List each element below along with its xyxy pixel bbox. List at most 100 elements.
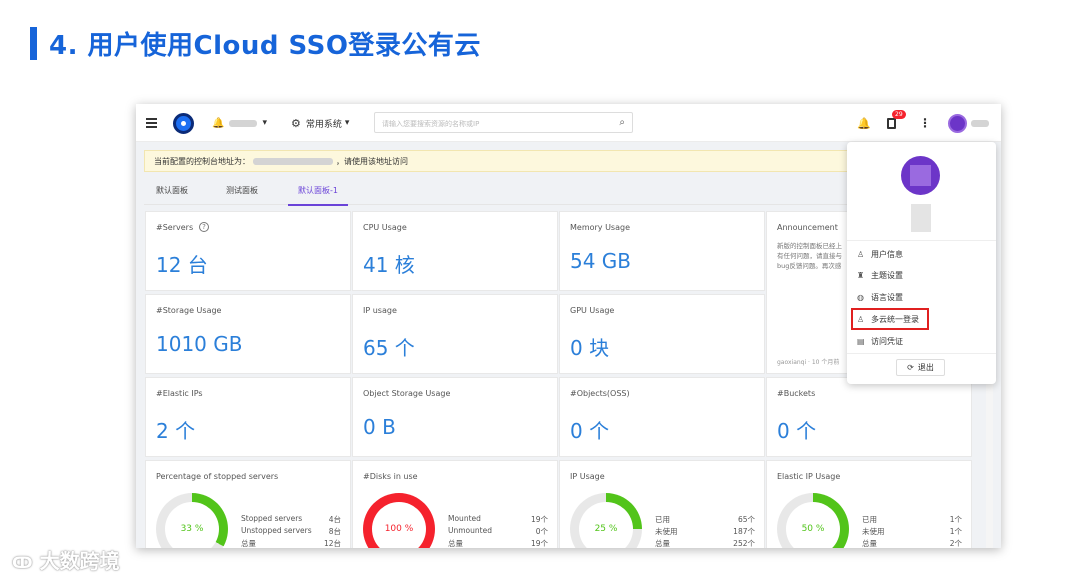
chevron-down-icon: ▾ [262,118,267,128]
card-value: 12 台 [156,253,208,277]
card-label: Elastic IP Usage [777,472,841,481]
gear-icon: ⚙ [291,116,301,130]
more-vertical-icon[interactable]: ⋮ [919,104,931,142]
gpu-usage-card[interactable]: GPU Usage 0 块 [559,294,765,374]
user-avatar-large [901,156,940,195]
region-selector[interactable]: 🔔 ▾ [212,104,267,142]
menu-toggle-icon[interactable] [146,104,158,142]
tab-default-panel[interactable]: 默认面板 [156,185,188,196]
ip-usage-chart-card[interactable]: IP Usage 25 % 已用 65个 未使用 187个 总量 252个 [559,460,765,548]
watermark: ↀ 大数跨境 [12,545,120,574]
card-label: #Servers [156,223,194,232]
storage-usage-card[interactable]: #Storage Usage 1010 GB [145,294,351,374]
chart-legend: 已用 1个 未使用 1个 总量 2个 [862,515,962,548]
notification-bell-icon[interactable]: 🔔 [857,104,871,142]
card-label: #Buckets [777,389,816,398]
screenshot-frame: 🔔 ▾ ⚙ 常用系统 ▾ 请输入您要搜索资源的名称或IP ⌕ 🔔 29 ⋮ 当前配置的控… [136,104,1001,548]
document-icon: ▤ [857,336,865,346]
chevron-down-icon: ▾ [344,118,350,128]
card-label: GPU Usage [570,306,615,315]
elastic-ips-card[interactable]: #Elastic IPs 2 个 [145,377,351,457]
donut-percent: 100 % [372,502,426,548]
user-icon: ♙ [857,249,865,259]
blurred-address [253,157,333,165]
card-value: 54 GB [570,249,632,273]
card-value: 0 个 [570,419,610,443]
donut-chart: 25 % [570,493,642,548]
menu-item-label: 访问凭证 [871,336,903,346]
objects-oss-card[interactable]: #Objects(OSS) 0 个 [559,377,765,457]
menu-item-access-credentials[interactable]: ▤ 访问凭证 [847,330,996,352]
object-storage-card[interactable]: Object Storage Usage 0 B [352,377,558,457]
title-accent-bar [30,26,37,60]
messages-icon[interactable]: 29 [887,104,906,142]
card-label: Percentage of stopped servers [156,472,279,481]
search-placeholder: 请输入您要搜索资源的名称或IP [382,120,480,128]
search-input[interactable]: 请输入您要搜索资源的名称或IP ⌕ [374,112,633,133]
donut-chart: 50 % [777,493,849,548]
buckets-card[interactable]: #Buckets 0 个 [766,377,972,457]
card-value: 65 个 [363,336,415,360]
blurred-username [911,204,931,232]
donut-percent: 25 % [579,502,633,548]
card-label: #Objects(OSS) [570,389,630,398]
chart-legend: Stopped servers 4台 Unstopped servers 8台 总量 12… [241,514,341,548]
logout-icon: ⟳ [907,363,914,372]
elastic-ip-chart-card[interactable]: Elastic IP Usage 50 % 已用 1个 未使用 1个 总量 2个 [766,460,972,548]
card-value: 0 B [363,415,396,439]
card-value: 41 核 [363,253,415,277]
watermark-text: 大数跨境 [39,549,120,573]
stopped-servers-chart-card[interactable]: Percentage of stopped servers 33 % Stoppe… [145,460,351,548]
message-badge: 29 [892,110,906,119]
notice-suffix: ，请使用该地址访问 [336,156,408,166]
watermark-logo-icon: ↀ [12,553,33,572]
slide-title-text: 4. 用户使用Cloud SSO登录公有云 [49,30,481,61]
tab-test-panel[interactable]: 测试面板 [226,185,258,196]
menu-item-theme-settings[interactable]: ♜ 主题设置 [847,264,996,286]
dashboard-tabs: 默认面板 测试面板 默认面板-1 [144,177,854,206]
user-dropdown-menu: ♙ 用户信息 ♜ 主题设置 ◍ 语言设置 ♙ 多云统一登录 ▤ 访问凭证 ⟳ 退出 [847,142,996,384]
card-label: Memory Usage [570,223,631,232]
cpu-usage-card[interactable]: CPU Usage 41 核 [352,211,558,291]
console-address-notice: 当前配置的控制台地址为： ，请使用该地址访问 [144,150,852,172]
announcement-line: 有任何问题，请直接与 [777,252,842,260]
logo-icon[interactable] [173,113,194,134]
bell-region-icon: 🔔 [212,117,225,129]
card-label: IP usage [363,306,397,315]
help-icon[interactable]: ? [199,222,209,232]
user-avatar-button[interactable] [948,104,989,142]
logout-button[interactable]: ⟳ 退出 [896,359,945,376]
avatar [948,113,967,133]
ip-usage-card[interactable]: IP usage 65 个 [352,294,558,374]
system-nav-label: 常用系统 [305,119,342,130]
search-icon[interactable]: ⌕ [619,117,625,128]
servers-card[interactable]: #Servers? 12 台 [145,211,351,291]
announcement-title: Announcement [777,223,838,232]
menu-item-label: 语言设置 [871,292,903,302]
logout-label: 退出 [917,363,934,372]
announcement-line: 新版的控制面板已经上 [777,242,842,250]
card-value: 2 个 [156,419,196,443]
donut-percent: 50 % [786,502,840,548]
card-value: 0 个 [777,419,817,443]
highlight-box [851,308,929,330]
menu-item-label: 用户信息 [871,249,903,259]
notice-prefix: 当前配置的控制台地址为： [154,156,250,166]
donut-chart: 33 % [156,493,228,548]
memory-usage-card[interactable]: Memory Usage 54 GB [559,211,765,291]
menu-item-language-settings[interactable]: ◍ 语言设置 [847,286,996,308]
card-value: 1010 GB [156,332,243,356]
card-label: #Disks in use [363,472,418,481]
top-navbar: 🔔 ▾ ⚙ 常用系统 ▾ 请输入您要搜索资源的名称或IP ⌕ 🔔 29 ⋮ [136,104,1001,142]
card-value: 0 块 [570,336,610,360]
announcement-author: gaoxianqi · 10 个月前 [777,359,840,366]
globe-icon: ◍ [857,292,864,302]
tab-default-panel-1[interactable]: 默认面板-1 [288,185,348,206]
card-label: #Storage Usage [156,306,222,315]
shirt-icon: ♜ [857,270,865,280]
menu-item-user-info[interactable]: ♙ 用户信息 [847,243,996,265]
donut-chart: 100 % [363,493,435,548]
system-nav-dropdown[interactable]: ⚙ 常用系统 ▾ [291,104,349,142]
disks-chart-card[interactable]: #Disks in use 100 % Mounted 19个 Unmounted 0个… [352,460,558,548]
card-label: IP Usage [570,472,605,481]
